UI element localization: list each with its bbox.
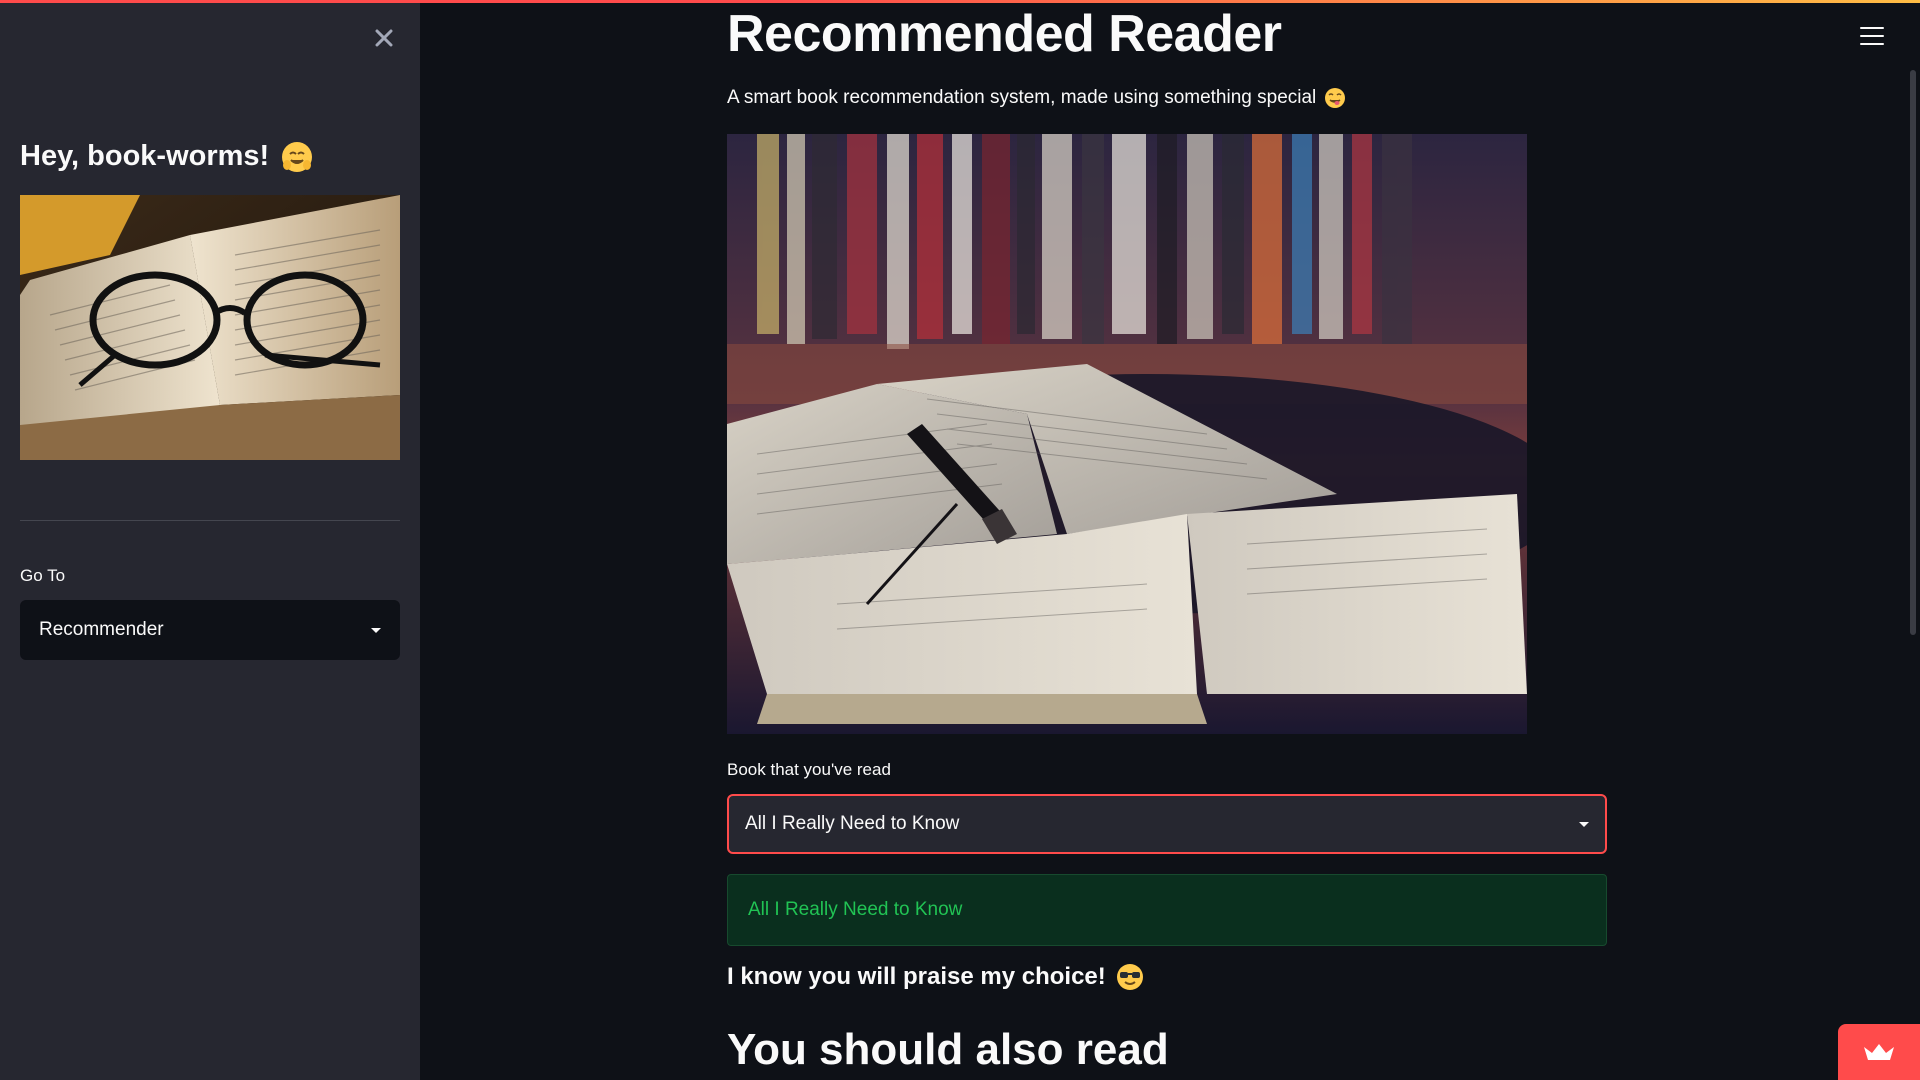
page-scrollbar[interactable]	[1910, 70, 1916, 635]
glasses-on-book-image	[20, 195, 400, 460]
sidebar: Hey, book-worms! Go To Recommender	[0, 0, 420, 1080]
crown-icon	[1864, 1044, 1894, 1060]
hamburger-line	[1860, 35, 1884, 37]
streamlit-badge-button[interactable]	[1838, 1024, 1920, 1080]
goto-label: Go To	[20, 566, 66, 585]
praise-heading: I know you will praise my choice!	[727, 963, 1144, 991]
close-icon	[375, 29, 393, 47]
page-subtitle: A smart book recommendation system, made…	[727, 87, 1346, 109]
top-decoration-bar	[0, 0, 1920, 3]
sidebar-heading-text: Hey, book-worms!	[20, 140, 270, 172]
recommendations-heading: You should also read	[727, 1025, 1169, 1074]
praise-heading-text: I know you will praise my choice!	[727, 963, 1106, 990]
winking-tongue-icon	[1325, 88, 1346, 108]
book-select-label: Book that you've read	[727, 760, 891, 779]
page-title: Recommended Reader	[727, 5, 1282, 63]
hamburger-line	[1860, 43, 1884, 45]
success-alert: All I Really Need to Know	[727, 874, 1607, 946]
book-select[interactable]: All I Really Need to Know	[727, 794, 1607, 854]
main-menu-button[interactable]	[1860, 24, 1884, 48]
sidebar-heading: Hey, book-worms!	[20, 140, 313, 173]
sunglasses-icon	[1116, 964, 1143, 990]
books-and-pen-image	[727, 134, 1527, 734]
close-sidebar-button[interactable]	[364, 18, 404, 58]
success-alert-text: All I Really Need to Know	[748, 899, 963, 920]
chevron-down-icon	[371, 627, 381, 633]
hugging-face-icon	[282, 141, 313, 172]
goto-selected-value: Recommender	[39, 619, 164, 640]
chevron-down-icon	[1579, 821, 1589, 827]
goto-select[interactable]: Recommender	[20, 600, 400, 660]
hamburger-menu-icon	[1860, 27, 1884, 29]
page-subtitle-text: A smart book recommendation system, made…	[727, 87, 1317, 108]
book-selected-value: All I Really Need to Know	[745, 813, 960, 834]
sidebar-divider	[20, 520, 400, 521]
